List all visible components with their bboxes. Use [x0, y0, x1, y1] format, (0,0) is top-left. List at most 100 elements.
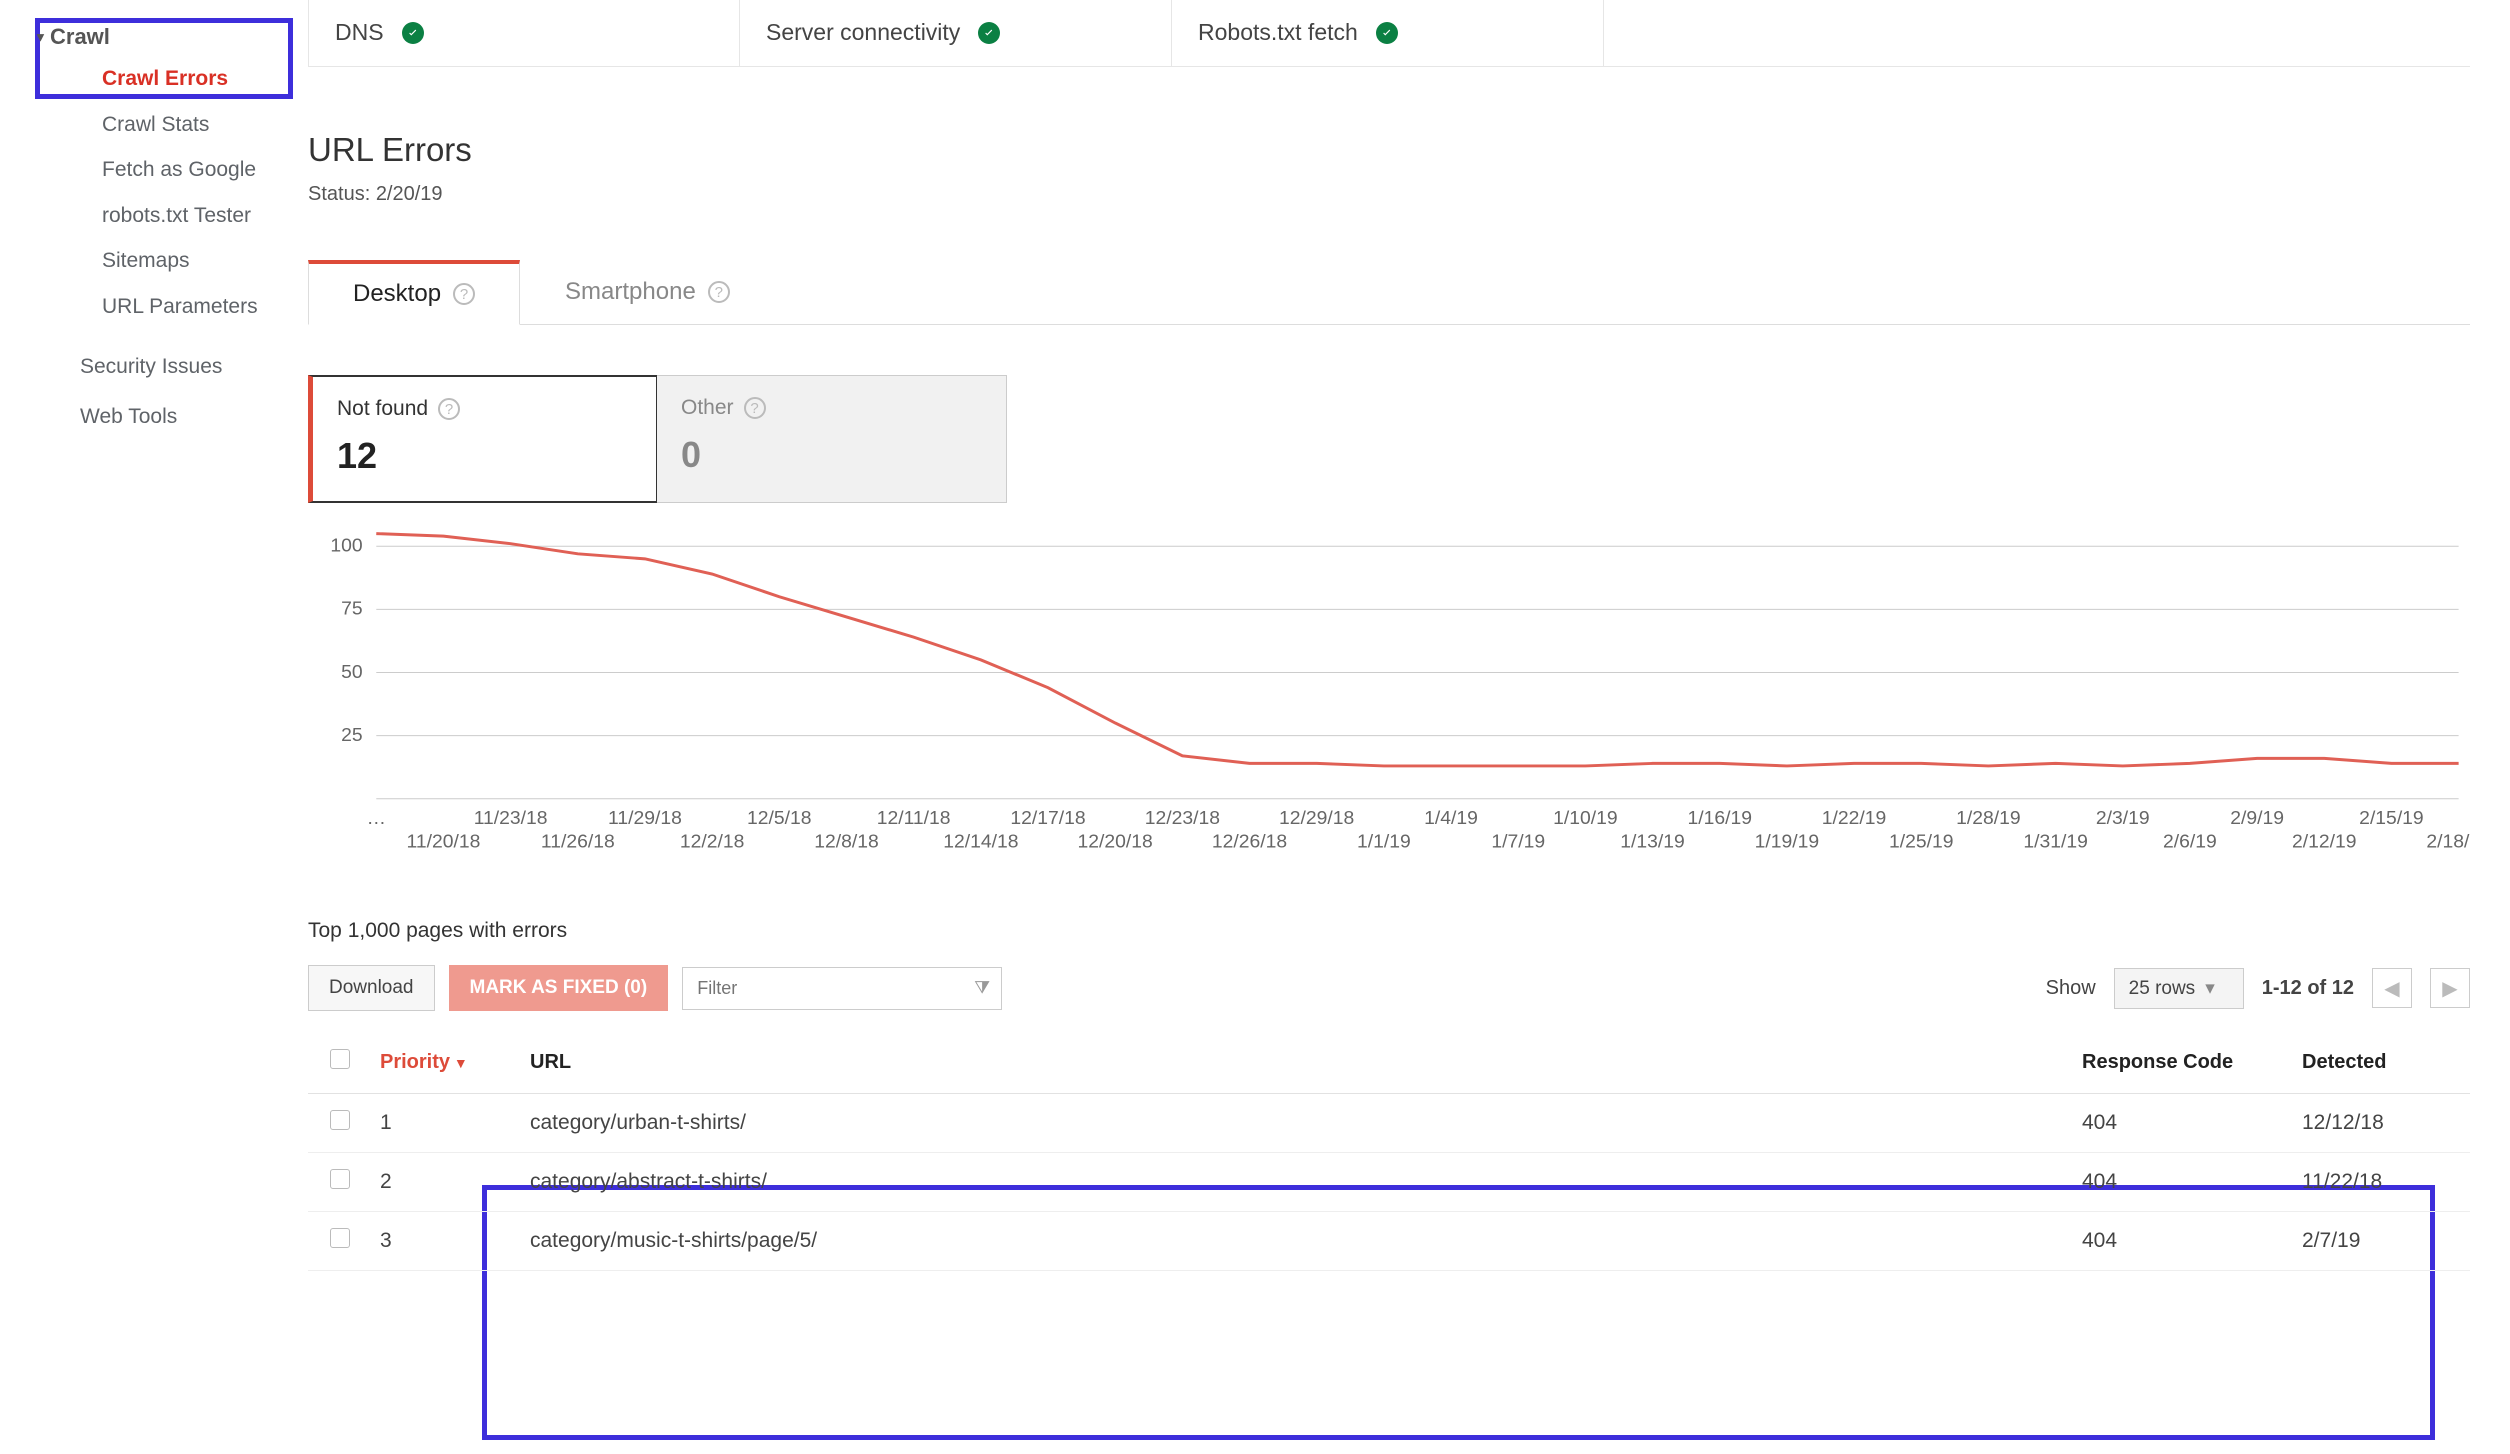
sidebar-group-label: Crawl [50, 24, 110, 50]
card-label: Robots.txt fetch [1198, 19, 1358, 46]
check-circle-icon [978, 22, 1000, 44]
svg-text:2/15/19: 2/15/19 [2359, 808, 2424, 828]
error-type-tab[interactable]: Other? 0 [657, 375, 1007, 503]
cell-url: category/music-t-shirts/page/5/ [518, 1212, 2070, 1271]
svg-text:2/9/19: 2/9/19 [2230, 808, 2284, 828]
sidebar-item[interactable]: Sitemaps [0, 238, 280, 284]
device-tab[interactable]: Desktop? [308, 260, 520, 325]
error-type-tabs: Not found? 12 Other? 0 [308, 375, 2470, 503]
svg-text:…: … [367, 808, 386, 828]
site-error-card[interactable]: Robots.txt fetch [1172, 0, 1604, 66]
svg-text:11/20/18: 11/20/18 [407, 831, 481, 851]
row-checkbox[interactable] [330, 1110, 350, 1130]
svg-text:1/31/19: 1/31/19 [2023, 831, 2088, 851]
svg-text:25: 25 [341, 725, 363, 745]
site-error-card[interactable]: DNS [308, 0, 740, 66]
svg-text:1/16/19: 1/16/19 [1687, 808, 1752, 828]
svg-text:100: 100 [330, 535, 362, 555]
cell-priority: 1 [368, 1094, 518, 1153]
select-all-checkbox[interactable] [330, 1049, 350, 1069]
device-tab-label: Desktop [353, 280, 441, 308]
svg-text:50: 50 [341, 661, 363, 681]
help-icon: ? [453, 283, 475, 305]
svg-text:12/14/18: 12/14/18 [943, 831, 1018, 851]
url-errors-heading: URL Errors [308, 131, 2470, 169]
svg-text:2/12/19: 2/12/19 [2292, 831, 2357, 851]
svg-text:12/26/18: 12/26/18 [1212, 831, 1287, 851]
row-checkbox[interactable] [330, 1169, 350, 1189]
device-tabs: Desktop?Smartphone? [308, 260, 2470, 325]
error-table: Priority URL Response Code Detected 1cat… [308, 1031, 2470, 1271]
table-row[interactable]: 2category/abstract-t-shirts/40411/22/18 [308, 1153, 2470, 1212]
sidebar-item[interactable]: URL Parameters [0, 284, 280, 330]
col-url[interactable]: URL [518, 1031, 2070, 1094]
card-label: DNS [335, 19, 384, 46]
svg-text:2/6/19: 2/6/19 [2163, 831, 2217, 851]
errors-chart: 255075100…11/20/1811/23/1811/26/1811/29/… [308, 523, 2470, 873]
status-date: Status: 2/20/19 [308, 183, 2470, 206]
help-icon: ? [438, 398, 460, 420]
cell-response: 404 [2070, 1212, 2290, 1271]
mark-as-fixed-button[interactable]: MARK AS FIXED (0) [449, 965, 669, 1011]
error-type-label: Other [681, 396, 734, 420]
sidebar-item[interactable]: Web Tools [0, 392, 280, 443]
sidebar-group-crawl[interactable]: ▼ Crawl [0, 18, 280, 56]
device-tab-label: Smartphone [565, 278, 696, 306]
sidebar-item[interactable]: Crawl Stats [0, 102, 280, 148]
download-button[interactable]: Download [308, 965, 435, 1011]
svg-text:12/29/18: 12/29/18 [1279, 808, 1354, 828]
error-type-count: 12 [337, 435, 632, 477]
svg-text:1/13/19: 1/13/19 [1620, 831, 1685, 851]
sidebar-sub-list: Crawl ErrorsCrawl StatsFetch as Googlero… [0, 56, 280, 330]
help-icon: ? [744, 397, 766, 419]
svg-text:1/22/19: 1/22/19 [1822, 808, 1887, 828]
svg-text:12/8/18: 12/8/18 [814, 831, 879, 851]
sidebar-item[interactable]: Security Issues [0, 342, 280, 393]
table-row[interactable]: 3category/music-t-shirts/page/5/4042/7/1… [308, 1212, 2470, 1271]
site-error-card[interactable]: Server connectivity [740, 0, 1172, 66]
error-type-label: Not found [337, 397, 428, 421]
sidebar-item[interactable]: Fetch as Google [0, 147, 280, 193]
svg-text:1/7/19: 1/7/19 [1491, 831, 1545, 851]
cell-priority: 2 [368, 1153, 518, 1212]
table-row[interactable]: 1category/urban-t-shirts/40412/12/18 [308, 1094, 2470, 1153]
sidebar-item[interactable]: robots.txt Tester [0, 193, 280, 239]
cell-url: category/abstract-t-shirts/ [518, 1153, 2070, 1212]
svg-text:1/1/19: 1/1/19 [1357, 831, 1411, 851]
row-checkbox[interactable] [330, 1228, 350, 1248]
cell-response: 404 [2070, 1094, 2290, 1153]
error-list-caption: Top 1,000 pages with errors [308, 919, 2470, 943]
svg-text:1/10/19: 1/10/19 [1553, 808, 1618, 828]
svg-text:11/26/18: 11/26/18 [541, 831, 615, 851]
main-content: DNS Server connectivity Robots.txt fetch U… [280, 0, 2510, 1454]
svg-text:12/11/18: 12/11/18 [877, 808, 951, 828]
sidebar: ▼ Crawl Crawl ErrorsCrawl StatsFetch as … [0, 0, 280, 1454]
col-priority[interactable]: Priority [368, 1031, 518, 1094]
rows-select[interactable]: 25 rows [2114, 968, 2244, 1009]
device-tab[interactable]: Smartphone? [520, 260, 775, 324]
svg-text:12/2/18: 12/2/18 [680, 831, 745, 851]
site-error-cards: DNS Server connectivity Robots.txt fetch [308, 0, 2470, 67]
pager-prev-button[interactable]: ◀ [2372, 968, 2412, 1008]
svg-text:1/25/19: 1/25/19 [1889, 831, 1954, 851]
col-response[interactable]: Response Code [2070, 1031, 2290, 1094]
svg-text:12/17/18: 12/17/18 [1010, 808, 1085, 828]
filter-input[interactable] [682, 967, 1002, 1010]
svg-text:2/3/19: 2/3/19 [2096, 808, 2150, 828]
svg-text:12/23/18: 12/23/18 [1145, 808, 1220, 828]
svg-text:1/4/19: 1/4/19 [1424, 808, 1478, 828]
pager-next-button[interactable]: ▶ [2430, 968, 2470, 1008]
sidebar-other-list: Security IssuesWeb Tools [0, 342, 280, 444]
error-type-tab[interactable]: Not found? 12 [308, 375, 658, 503]
svg-text:2/18/19: 2/18/19 [2426, 831, 2470, 851]
check-circle-icon [402, 22, 424, 44]
error-type-count: 0 [681, 434, 982, 476]
svg-text:12/5/18: 12/5/18 [747, 808, 812, 828]
cell-detected: 12/12/18 [2290, 1094, 2470, 1153]
pager-range: 1-12 of 12 [2262, 977, 2354, 1000]
col-detected[interactable]: Detected [2290, 1031, 2470, 1094]
table-controls: Download MARK AS FIXED (0) ⧩ Show 25 row… [308, 965, 2470, 1011]
sidebar-item[interactable]: Crawl Errors [0, 56, 280, 102]
cell-detected: 2/7/19 [2290, 1212, 2470, 1271]
cell-response: 404 [2070, 1153, 2290, 1212]
